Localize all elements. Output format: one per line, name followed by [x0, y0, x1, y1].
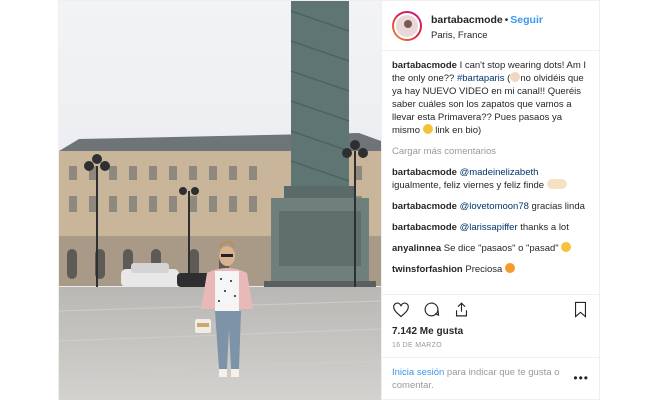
bookmark-icon[interactable]	[569, 299, 591, 321]
comment-text: thanks a lot	[517, 222, 569, 233]
comment-item: anyalinnea Se dice "pasaos" o "pasad"	[392, 242, 589, 255]
comment-username[interactable]: bartabacmode	[392, 222, 457, 233]
login-link[interactable]: Inicia sesión	[392, 367, 444, 378]
photo-scene	[59, 1, 381, 400]
comment-text: Se dice "pasaos" o "pasad"	[443, 243, 559, 254]
post-location[interactable]: Paris, France	[431, 30, 543, 42]
comment-item: twinsforfashion Preciosa	[392, 263, 589, 276]
action-bar	[382, 294, 599, 324]
comment-icon[interactable]	[420, 299, 442, 321]
load-more-comments[interactable]: Cargar más comentarios	[392, 145, 589, 158]
follow-button[interactable]: Seguir	[510, 14, 543, 26]
avatar[interactable]	[392, 10, 422, 41]
post-header: bartabacmode • Seguir Paris, France	[382, 1, 599, 51]
comment-username[interactable]: bartabacmode	[392, 167, 457, 178]
comment-mention[interactable]: @madeinelizabeth	[460, 167, 539, 178]
more-options-icon[interactable]: •••	[573, 372, 589, 385]
hand-emoji-icon	[510, 72, 521, 82]
separator-dot: •	[504, 14, 509, 26]
caption-text-end: link en bio)	[432, 125, 482, 136]
instagram-post: bartabacmode • Seguir Paris, France bartab…	[58, 0, 600, 400]
comment-username[interactable]: bartabacmode	[392, 201, 457, 212]
post-sidebar: bartabacmode • Seguir Paris, France bartab…	[381, 1, 599, 400]
likes-count[interactable]: 7.142 Me gusta	[382, 324, 599, 337]
comment-mention[interactable]: @lovetomoon78	[460, 201, 529, 212]
share-icon[interactable]	[450, 299, 472, 321]
hashtag-link[interactable]: #bartaparis	[457, 73, 505, 84]
caption: bartabacmode I can't stop wearing dots! …	[392, 59, 589, 137]
header-username[interactable]: bartabacmode	[431, 14, 503, 26]
clap-emoji-icon	[546, 179, 567, 189]
comment-mention[interactable]: @larissapiffer	[460, 222, 518, 233]
wink-emoji-icon	[422, 124, 433, 134]
comment-item: bartabacmode @lovetomoon78 gracias linda	[392, 200, 589, 213]
comment-item: bartabacmode @madeinelizabeth igualmente…	[392, 166, 589, 192]
post-date: 16 de marzo	[392, 342, 442, 349]
comment-text: gracias linda	[528, 201, 585, 212]
heart-icon[interactable]	[390, 299, 412, 321]
caption-username[interactable]: bartabacmode	[392, 60, 457, 71]
comment-text: Preciosa	[465, 264, 505, 275]
comment-text: igualmente, feliz viernes y feliz finde	[392, 180, 547, 191]
comment-username[interactable]: twinsforfashion	[392, 264, 463, 275]
comments-list[interactable]: bartabacmode I can't stop wearing dots! …	[382, 51, 599, 294]
login-prompt: Inicia sesión para indicar que te gusta …	[382, 357, 599, 400]
post-photo[interactable]	[59, 1, 381, 400]
comment-username[interactable]: anyalinnea	[392, 243, 441, 254]
heart-eyes-emoji-icon	[504, 263, 515, 273]
smile-emoji-icon	[561, 242, 572, 252]
comment-item: bartabacmode @larissapiffer thanks a lot	[392, 221, 589, 234]
